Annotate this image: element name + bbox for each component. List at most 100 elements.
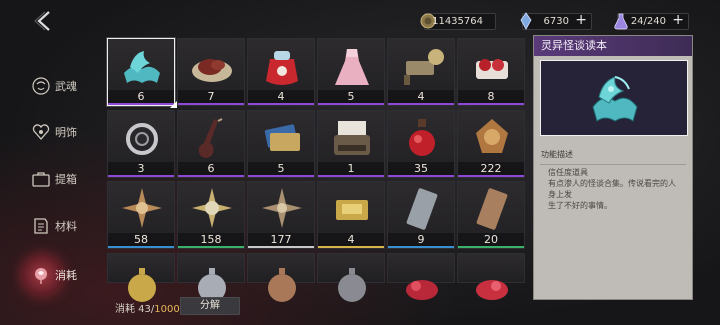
dark-pocket-watch-icon bbox=[338, 268, 366, 302]
item-slot-bronze-star-emblem[interactable]: 58 bbox=[107, 181, 175, 249]
item-detail-flavor: 有点渗人的怪谈合集。传说看完的人身上发 bbox=[548, 179, 676, 199]
rarity-bar bbox=[458, 246, 524, 248]
item-slot-silver-star-emblem[interactable]: 177 bbox=[247, 181, 315, 249]
item-slot-film-projector[interactable]: 4 bbox=[387, 38, 455, 106]
item-count: 5 bbox=[318, 90, 384, 103]
bronze-medal-icon bbox=[476, 119, 508, 153]
item-slot-crimson-rose-gem[interactable] bbox=[457, 253, 525, 300]
back-button[interactable] bbox=[34, 10, 56, 32]
rarity-bar bbox=[248, 175, 314, 177]
violin-icon bbox=[198, 118, 223, 158]
crimson-rose-gem-icon bbox=[476, 280, 508, 300]
rarity-bar bbox=[458, 175, 524, 177]
crystal-value: 6730 bbox=[543, 16, 569, 27]
pink-dress-icon bbox=[335, 49, 369, 85]
rarity-bar bbox=[318, 103, 384, 105]
rarity-bar bbox=[178, 103, 244, 105]
red-pouch-icon bbox=[266, 51, 298, 85]
item-slot-typewriter[interactable]: 1 bbox=[317, 110, 385, 178]
rarity-bar bbox=[178, 175, 244, 177]
item-slot-silver-pocket-watch[interactable] bbox=[177, 253, 245, 302]
item-slot-violin[interactable]: 6 bbox=[177, 110, 245, 178]
item-slot-bronze-bar[interactable]: 20 bbox=[457, 181, 525, 249]
gold-ingot-icon bbox=[336, 200, 368, 220]
item-count: 222 bbox=[458, 162, 524, 175]
item-count: 6 bbox=[108, 90, 174, 103]
item-slot-dark-pocket-watch[interactable] bbox=[317, 253, 385, 302]
consumable-rose-icon bbox=[35, 268, 47, 284]
item-count: 8 bbox=[458, 90, 524, 103]
item-slot-red-potion[interactable]: 35 bbox=[387, 110, 455, 178]
item-slot-pink-dress[interactable]: 5 bbox=[317, 38, 385, 106]
usage-counter: 消耗 43/10000 bbox=[115, 300, 186, 315]
film-projector-icon bbox=[404, 49, 444, 85]
item-slot-bronze-pocket-watch[interactable] bbox=[247, 253, 315, 302]
rarity-bar bbox=[318, 246, 384, 248]
sidebar-item-label: 消耗 bbox=[55, 269, 77, 282]
item-detail-panel: 灵异怪谈读本 功能描述 信任度道具 有点渗人的怪谈合集。传说看完的人身上发 生了… bbox=[533, 35, 693, 300]
typewriter-icon bbox=[334, 121, 370, 155]
item-detail-image bbox=[540, 60, 688, 136]
item-count: 4 bbox=[318, 233, 384, 246]
item-count: 4 bbox=[248, 90, 314, 103]
strange-tales-book-icon bbox=[592, 76, 638, 122]
gold-pocket-watch-icon bbox=[128, 268, 156, 302]
item-slot-silver-bar[interactable]: 9 bbox=[387, 181, 455, 249]
rarity-bar bbox=[178, 246, 244, 248]
item-slot-rose-brooch[interactable]: 3 bbox=[107, 110, 175, 178]
sidebar-item-ornament[interactable]: 明饰 bbox=[30, 118, 77, 146]
heart-ornament-icon bbox=[32, 124, 50, 140]
add-crystal-button[interactable]: + bbox=[575, 13, 587, 28]
stamina-value: 24/240 bbox=[630, 16, 666, 27]
item-slot-bronze-medal[interactable]: 222 bbox=[457, 110, 525, 178]
material-scroll-icon bbox=[34, 218, 48, 234]
silver-star-emblem-icon bbox=[262, 188, 302, 228]
add-stamina-button[interactable]: + bbox=[672, 13, 684, 28]
decompose-button[interactable]: 分解 bbox=[180, 297, 240, 315]
item-count: 58 bbox=[108, 233, 174, 246]
item-count: 35 bbox=[388, 162, 454, 175]
item-slot-ticket-cards[interactable]: 5 bbox=[247, 110, 315, 178]
rarity-bar bbox=[248, 246, 314, 248]
gold-currency: 11435764 bbox=[420, 13, 496, 30]
sidebar-item-label: 武魂 bbox=[55, 80, 77, 93]
sidebar-item-case[interactable]: 提箱 bbox=[30, 165, 77, 193]
red-rose-gem-icon bbox=[406, 280, 438, 300]
usage-label: 消耗 43/ bbox=[115, 304, 155, 315]
silver-bar-icon bbox=[406, 188, 438, 230]
item-count: 3 bbox=[108, 162, 174, 175]
item-count: 7 bbox=[178, 90, 244, 103]
item-slot-gift-sweets[interactable]: 8 bbox=[457, 38, 525, 106]
red-potion-icon bbox=[409, 119, 435, 156]
item-count: 20 bbox=[458, 233, 524, 246]
bronze-star-emblem-icon bbox=[122, 188, 162, 228]
green-star-emblem-icon bbox=[192, 188, 232, 228]
item-detail-description: 信任度道具 有点渗人的怪谈合集。传说看完的人身上发 生了不好的事情。 bbox=[548, 167, 682, 211]
item-count: 4 bbox=[388, 90, 454, 103]
item-count: 5 bbox=[248, 162, 314, 175]
back-arrow-icon bbox=[34, 11, 50, 31]
item-slot-green-star-emblem[interactable]: 158 bbox=[177, 181, 245, 249]
item-detail-title: 灵异怪谈读本 bbox=[534, 36, 692, 56]
crystal-currency: 6730 + bbox=[520, 12, 592, 30]
rarity-bar bbox=[388, 175, 454, 177]
rarity-bar bbox=[458, 103, 524, 105]
item-slot-strange-tales-book[interactable]: 6 bbox=[107, 38, 177, 108]
item-slot-red-pouch[interactable]: 4 bbox=[247, 38, 315, 106]
sidebar-item-consumable[interactable]: 消耗 bbox=[30, 261, 77, 289]
rarity-bar bbox=[388, 103, 454, 105]
item-slot-steak-plate[interactable]: 7 bbox=[177, 38, 245, 106]
silver-pocket-watch-icon bbox=[198, 268, 226, 302]
item-slot-gold-pocket-watch[interactable] bbox=[107, 253, 175, 302]
sidebar-item-label: 提箱 bbox=[55, 173, 77, 186]
sidebar-item-material[interactable]: 材料 bbox=[30, 212, 77, 240]
sidebar-item-spirit[interactable]: 武魂 bbox=[30, 72, 77, 100]
item-count: 1 bbox=[318, 162, 384, 175]
item-count: 9 bbox=[388, 233, 454, 246]
steak-plate-icon bbox=[192, 59, 232, 82]
sidebar-item-label: 明饰 bbox=[55, 126, 77, 139]
item-slot-red-rose-gem[interactable] bbox=[387, 253, 455, 300]
item-slot-gold-ingot[interactable]: 4 bbox=[317, 181, 385, 249]
item-count: 177 bbox=[248, 233, 314, 246]
stamina-flask-icon bbox=[614, 13, 628, 30]
